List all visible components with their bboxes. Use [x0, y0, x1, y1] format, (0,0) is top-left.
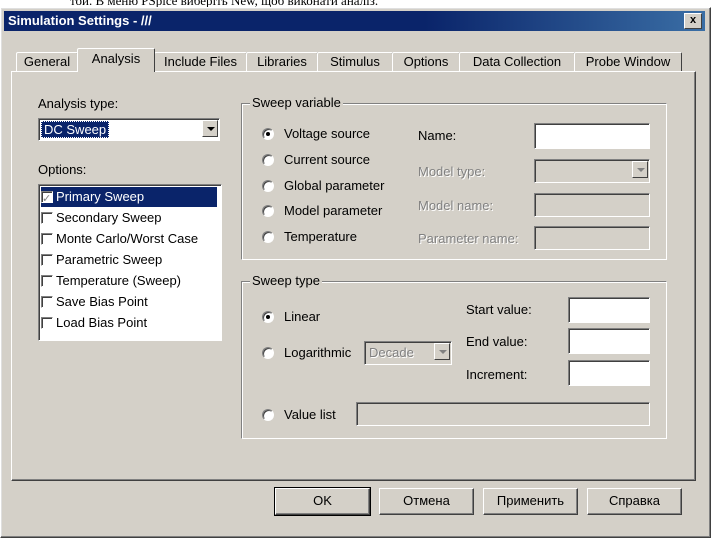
list-item-save-bias-point[interactable]: Save Bias Point [41, 292, 148, 312]
radio-icon[interactable] [262, 231, 274, 243]
tab-stimulus[interactable]: Stimulus [317, 52, 393, 71]
list-item-secondary-sweep[interactable]: Secondary Sweep [41, 208, 162, 228]
list-item-parametric-sweep[interactable]: Parametric Sweep [41, 250, 162, 270]
title-bar: Simulation Settings - /// x [4, 11, 705, 31]
value-list-input[interactable] [356, 402, 650, 426]
help-button[interactable]: Справка [587, 488, 682, 515]
chevron-down-icon[interactable] [632, 161, 648, 178]
radio-icon[interactable] [262, 154, 274, 166]
sweep-variable-title: Sweep variable [250, 95, 343, 110]
model-type-label: Model type: [418, 164, 486, 179]
checkbox-icon[interactable] [41, 254, 53, 266]
checkbox-icon[interactable] [41, 233, 53, 245]
list-item-primary-sweep[interactable]: Primary Sweep [41, 187, 217, 209]
radio-icon[interactable] [262, 347, 274, 359]
list-item-load-bias-point[interactable]: Load Bias Point [41, 313, 147, 333]
sweep-type-group: Sweep type Linear Logarithmic Decade Sta… [241, 273, 667, 439]
sweep-variable-group: Sweep variable Voltage source Current so… [241, 95, 667, 260]
radio-icon[interactable] [262, 128, 274, 140]
checkbox-icon[interactable] [41, 212, 53, 224]
checkbox-icon[interactable] [41, 275, 53, 287]
apply-button[interactable]: Применить [483, 488, 578, 515]
list-item-temperature-sweep[interactable]: Temperature (Sweep) [41, 271, 181, 291]
log-scale-combo[interactable]: Decade [364, 341, 452, 365]
checkbox-icon[interactable] [41, 296, 53, 308]
analysis-panel: Analysis type: DC Sweep Options: Primary… [11, 71, 696, 481]
options-list[interactable]: Primary Sweep Secondary Sweep Monte Carl… [38, 184, 222, 341]
chevron-down-icon[interactable] [434, 343, 450, 360]
tab-libraries[interactable]: Libraries [246, 52, 318, 71]
parameter-name-input[interactable] [534, 226, 650, 250]
list-item-monte-carlo[interactable]: Monte Carlo/Worst Case [41, 229, 198, 249]
checkbox-icon[interactable] [41, 317, 53, 329]
close-button[interactable]: x [684, 13, 702, 29]
analysis-type-label: Analysis type: [38, 96, 119, 111]
tab-include-files[interactable]: Include Files [154, 52, 247, 71]
radio-icon[interactable] [262, 180, 274, 192]
radio-value-list[interactable]: Value list [262, 407, 336, 422]
radio-linear[interactable]: Linear [262, 309, 320, 324]
increment-label: Increment: [466, 367, 528, 382]
increment-input[interactable] [568, 360, 650, 386]
tab-options[interactable]: Options [392, 52, 460, 71]
parameter-name-label: Parameter name: [418, 231, 519, 246]
tab-analysis[interactable]: Analysis [77, 48, 155, 72]
cancel-button[interactable]: Отмена [379, 488, 474, 515]
sweep-type-title: Sweep type [250, 273, 322, 288]
radio-global-parameter[interactable]: Global parameter [262, 178, 384, 193]
log-scale-value: Decade [369, 345, 414, 360]
radio-icon[interactable] [262, 311, 274, 323]
background-text-fragment: той. В меню PSpice виберіть New, щоб вик… [0, 0, 714, 7]
radio-logarithmic[interactable]: Logarithmic [262, 345, 351, 360]
analysis-type-combo[interactable]: DC Sweep [38, 118, 220, 141]
simulation-settings-dialog: Simulation Settings - /// x General Anal… [0, 7, 711, 538]
radio-icon[interactable] [262, 409, 274, 421]
name-input[interactable] [534, 123, 650, 149]
ok-button[interactable]: OK [274, 487, 371, 516]
tab-general[interactable]: General [16, 52, 78, 71]
tab-probe-window[interactable]: Probe Window [574, 52, 682, 71]
window-title: Simulation Settings - /// [8, 13, 152, 28]
start-value-label: Start value: [466, 302, 532, 317]
name-label: Name: [418, 128, 457, 143]
radio-current-source[interactable]: Current source [262, 152, 370, 167]
options-label: Options: [38, 162, 87, 177]
end-value-label: End value: [466, 334, 528, 349]
analysis-type-value: DC Sweep [41, 121, 110, 138]
close-icon: x [689, 14, 697, 26]
radio-model-parameter[interactable]: Model parameter [262, 203, 382, 218]
checkbox-icon[interactable] [41, 189, 53, 209]
tab-data-collection[interactable]: Data Collection [459, 52, 575, 71]
start-value-input[interactable] [568, 297, 650, 323]
model-name-label: Model name: [418, 198, 494, 213]
chevron-down-icon[interactable] [202, 120, 218, 137]
end-value-input[interactable] [568, 328, 650, 354]
model-name-input[interactable] [534, 193, 650, 217]
radio-temperature[interactable]: Temperature [262, 229, 357, 244]
radio-icon[interactable] [262, 205, 274, 217]
radio-voltage-source[interactable]: Voltage source [262, 126, 370, 141]
model-type-combo[interactable] [534, 159, 650, 183]
